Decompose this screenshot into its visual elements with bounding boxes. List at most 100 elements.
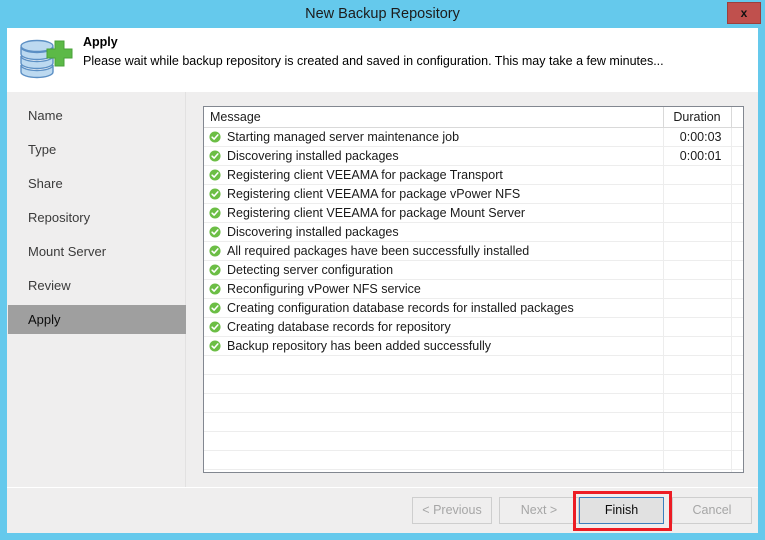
success-check-icon [209,302,221,314]
log-message-cell: Creating database records for repository [204,317,663,336]
log-spacer-cell [731,203,744,222]
dialog-footer: < Previous Next > Finish Cancel [7,488,758,533]
log-message-cell: Registering client VEEAMA for package vP… [204,184,663,203]
next-button[interactable]: Next > [499,497,579,524]
log-message-cell: Registering client VEEAMA for package Mo… [204,203,663,222]
header-title: Apply [83,35,118,49]
table-row[interactable]: All required packages have been successf… [204,241,744,260]
sidebar-item-type[interactable]: Type [8,135,186,164]
log-message-text: Registering client VEEAMA for package Tr… [227,168,503,182]
column-header-spacer [731,107,744,127]
success-check-icon [209,245,221,257]
table-row-empty [204,431,744,450]
sidebar-item-name[interactable]: Name [8,101,186,130]
table-row[interactable]: Detecting server configuration [204,260,744,279]
empty-cell [204,393,663,412]
sidebar-item-mount-server[interactable]: Mount Server [8,237,186,266]
success-check-icon [209,321,221,333]
empty-cell [663,431,731,450]
table-header-row: Message Duration [204,107,744,127]
table-row[interactable]: Creating database records for repository [204,317,744,336]
finish-button[interactable]: Finish [579,497,664,524]
success-check-icon [209,283,221,295]
log-duration-cell [663,260,731,279]
table-row-empty [204,393,744,412]
empty-cell [731,355,744,374]
log-message-cell: Creating configuration database records … [204,298,663,317]
log-duration-cell [663,165,731,184]
log-duration-cell [663,222,731,241]
empty-cell [731,431,744,450]
progress-log-panel[interactable]: Message Duration Starting managed server… [203,106,744,473]
log-spacer-cell [731,165,744,184]
table-row[interactable]: Backup repository has been added success… [204,336,744,355]
table-body: Starting managed server maintenance job 0… [204,127,744,473]
new-backup-repository-dialog: New Backup Repository x Apply Please wai… [0,0,765,540]
log-message-text: Creating database records for repository [227,320,451,334]
empty-cell [204,450,663,469]
success-check-icon [209,169,221,181]
log-message-cell: Detecting server configuration [204,260,663,279]
log-duration-cell [663,184,731,203]
empty-cell [204,412,663,431]
empty-cell [663,355,731,374]
table-row[interactable]: Starting managed server maintenance job0… [204,127,744,146]
log-message-cell: Backup repository has been added success… [204,336,663,355]
log-message-cell: Starting managed server maintenance job [204,127,663,146]
log-message-text: Starting managed server maintenance job [227,130,459,144]
log-spacer-cell [731,298,744,317]
previous-button[interactable]: < Previous [412,497,492,524]
log-message-cell: Discovering installed packages [204,146,663,165]
table-row[interactable]: Registering client VEEAMA for package Tr… [204,165,744,184]
log-duration-cell: 0:00:01 [663,146,731,165]
log-spacer-cell [731,127,744,146]
log-spacer-cell [731,279,744,298]
success-check-icon [209,264,221,276]
empty-cell [663,469,731,473]
progress-log-table: Message Duration Starting managed server… [204,107,744,473]
table-row-empty [204,412,744,431]
empty-cell [204,431,663,450]
sidebar-item-review[interactable]: Review [8,271,186,300]
title-bar: New Backup Repository x [0,0,765,28]
log-message-text: All required packages have been successf… [227,244,529,258]
table-row-empty [204,469,744,473]
log-message-text: Creating configuration database records … [227,301,574,315]
log-duration-cell [663,279,731,298]
table-row[interactable]: Creating configuration database records … [204,298,744,317]
log-spacer-cell [731,222,744,241]
sidebar-item-share[interactable]: Share [8,169,186,198]
empty-cell [663,393,731,412]
column-header-duration[interactable]: Duration [663,107,731,127]
empty-cell [731,469,744,473]
table-header: Message Duration [204,107,744,127]
close-icon[interactable]: x [727,2,761,24]
wizard-step-sidebar: Name Type Share Repository Mount Server Revie… [7,92,186,487]
cancel-button[interactable]: Cancel [672,497,752,524]
log-message-cell: Registering client VEEAMA for package Tr… [204,165,663,184]
log-message-cell: All required packages have been successf… [204,241,663,260]
success-check-icon [209,188,221,200]
empty-cell [204,355,663,374]
dialog-title: New Backup Repository [0,0,765,28]
empty-cell [204,374,663,393]
empty-cell [731,374,744,393]
log-message-text: Registering client VEEAMA for package vP… [227,187,520,201]
log-duration-cell [663,241,731,260]
sidebar-item-repository[interactable]: Repository [8,203,186,232]
table-row[interactable]: Registering client VEEAMA for package Mo… [204,203,744,222]
log-message-text: Registering client VEEAMA for package Mo… [227,206,525,220]
column-header-message[interactable]: Message [204,107,663,127]
table-row[interactable]: Discovering installed packages0:00:01 [204,146,744,165]
log-spacer-cell [731,260,744,279]
empty-cell [663,450,731,469]
sidebar-item-apply[interactable]: Apply [8,305,186,334]
table-row[interactable]: Reconfiguring vPower NFS service [204,279,744,298]
table-row[interactable]: Registering client VEEAMA for package vP… [204,184,744,203]
table-row[interactable]: Discovering installed packages [204,222,744,241]
header-subtitle: Please wait while backup repository is c… [83,54,664,68]
table-row-empty [204,450,744,469]
empty-cell [731,450,744,469]
log-duration-cell [663,298,731,317]
table-row-empty [204,374,744,393]
